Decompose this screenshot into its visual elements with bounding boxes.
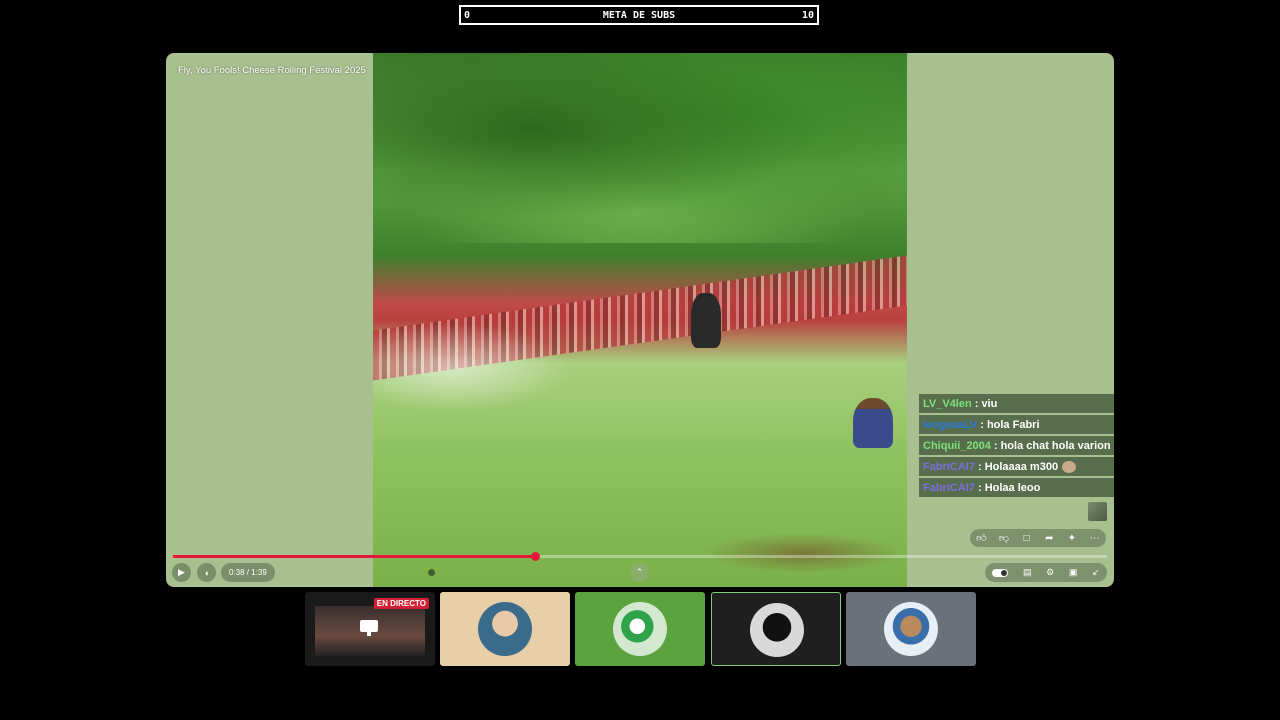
time-display: 0:38 / 1:39: [221, 563, 275, 582]
collapse-icon[interactable]: ↙: [1092, 567, 1100, 578]
chat-message: LV_V4len: viu: [919, 394, 1114, 413]
participant-tile-1[interactable]: [440, 592, 570, 666]
chat-text: : viu: [974, 397, 998, 410]
comment-icon[interactable]: □: [1019, 533, 1035, 544]
participant-tile-3-speaking[interactable]: [711, 592, 841, 666]
more-icon[interactable]: ⋯: [1087, 533, 1103, 544]
tumbling-runner: [691, 293, 721, 348]
emote-icon: [1062, 460, 1077, 473]
share-icon[interactable]: ➦: [1041, 533, 1057, 544]
mud-patch: [703, 533, 903, 573]
chat-username[interactable]: LV_V4len: [923, 398, 972, 410]
cast-icon[interactable]: ▣: [1069, 567, 1078, 578]
chat-message: leogeaaLV: hola Fabri: [919, 415, 1114, 434]
participant-tile-2[interactable]: [575, 592, 705, 666]
chat-username[interactable]: Chiquii_2004: [923, 440, 991, 452]
screen-share-tile[interactable]: EN DIRECTO: [305, 592, 435, 666]
play-button[interactable]: ▶: [172, 563, 191, 582]
player-right-controls: ▤ ⚙ ▣ ↙: [985, 563, 1107, 582]
expand-button[interactable]: ⌃: [630, 563, 649, 582]
mini-thumbnail[interactable]: [1088, 502, 1107, 521]
video-title[interactable]: Fly, You Fools! Cheese Rolling Festival …: [178, 65, 366, 76]
progress-fill: [173, 555, 536, 558]
sparkle-icon[interactable]: ✦: [1064, 533, 1080, 544]
thumbs-down-icon[interactable]: 👎︎: [996, 532, 1012, 544]
chat-text: : Holaa leoo: [977, 481, 1041, 494]
chat-text: : hola chat hola varion: [993, 439, 1111, 452]
captions-icon[interactable]: ▤: [1023, 567, 1032, 578]
gear-icon[interactable]: ⚙: [1046, 567, 1054, 578]
chat-text: : Holaaaa m300: [977, 460, 1059, 473]
video-frame[interactable]: [373, 53, 907, 587]
video-player[interactable]: Fly, You Fools! Cheese Rolling Festival …: [166, 53, 1114, 587]
chat-overlay: LV_V4len: viu leogeaaLV: hola Fabri Chiqui…: [919, 394, 1114, 499]
avatar: [884, 602, 938, 656]
autoplay-toggle-icon[interactable]: [992, 568, 1009, 577]
subs-goal-bar: 0 META DE SUBS 10: [459, 5, 819, 25]
chat-message: Chiquii_2004: hola chat hola varion: [919, 436, 1114, 455]
chat-username[interactable]: FabriCAI7: [923, 461, 975, 473]
chevron-up-icon: ⌃: [635, 567, 644, 577]
action-bar: 👍︎ 👎︎ □ ➦ ✦ ⋯: [970, 529, 1106, 547]
volume-button[interactable]: ◖: [197, 563, 216, 582]
thumbs-up-icon[interactable]: 👍︎: [973, 532, 989, 544]
mist-scene: [373, 323, 573, 413]
chat-message: FabriCAI7: Holaa leoo: [919, 478, 1114, 497]
subs-goal-title: META DE SUBS: [602, 9, 676, 21]
play-icon: ▶: [178, 567, 185, 577]
chat-text: : hola Fabri: [980, 418, 1040, 431]
progress-bar[interactable]: [173, 552, 1107, 561]
avatar: [750, 603, 804, 657]
sitting-person: [853, 398, 893, 448]
subs-goal-target: 10: [801, 9, 814, 21]
participant-tile-4[interactable]: [846, 592, 976, 666]
volume-icon: ◖: [203, 567, 210, 578]
avatar: [613, 602, 667, 656]
live-badge: EN DIRECTO: [373, 598, 429, 609]
subs-goal-current: 0: [464, 9, 471, 21]
screen-share-icon: [360, 620, 378, 636]
avatar: [478, 602, 532, 656]
chat-username[interactable]: FabriCAI7: [923, 482, 975, 494]
chat-message: FabriCAI7: Holaaaa m300: [919, 457, 1114, 476]
foliage-scene: [373, 53, 907, 243]
chat-username[interactable]: leogeaaLV: [923, 419, 977, 431]
chapter-dot: [428, 569, 435, 576]
